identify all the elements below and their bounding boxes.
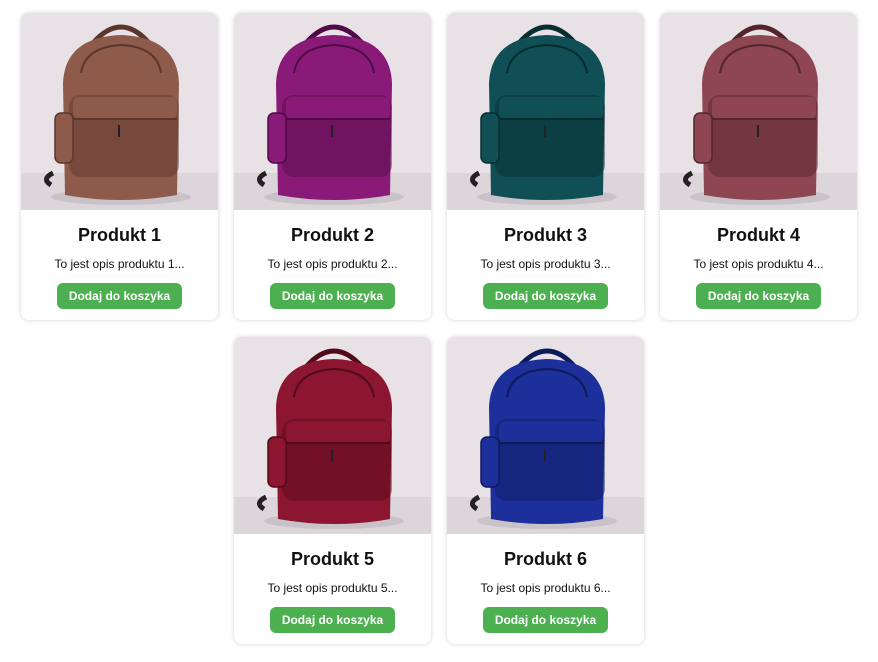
product-image[interactable]	[21, 13, 218, 210]
product-row: Produkt 5 To jest opis produktu 5... Dod…	[0, 337, 878, 644]
add-to-cart-button[interactable]: Dodaj do koszyka	[270, 607, 395, 633]
add-to-cart-button[interactable]: Dodaj do koszyka	[483, 283, 608, 309]
product-description: To jest opis produktu 4...	[693, 257, 824, 271]
product-name: Produkt 6	[503, 549, 587, 569]
product-card: Produkt 1 To jest opis produktu 1... Dod…	[21, 13, 218, 320]
product-grid: Produkt 1 To jest opis produktu 1... Dod…	[0, 0, 878, 662]
add-to-cart-button[interactable]: Dodaj do koszyka	[57, 283, 182, 309]
add-to-cart-button[interactable]: Dodaj do koszyka	[270, 283, 395, 309]
add-to-cart-button[interactable]: Dodaj do koszyka	[483, 607, 608, 633]
add-to-cart-button[interactable]: Dodaj do koszyka	[696, 283, 821, 309]
product-image[interactable]	[447, 13, 644, 210]
product-image[interactable]	[660, 13, 857, 210]
product-name: Produkt 5	[290, 549, 374, 569]
product-name: Produkt 4	[716, 225, 800, 245]
product-card: Produkt 5 To jest opis produktu 5... Dod…	[234, 337, 431, 644]
product-description: To jest opis produktu 5...	[267, 581, 398, 595]
product-description: To jest opis produktu 6...	[480, 581, 611, 595]
product-card: Produkt 2 To jest opis produktu 2... Dod…	[234, 13, 431, 320]
product-name: Produkt 3	[503, 225, 587, 245]
product-card: Produkt 3 To jest opis produktu 3... Dod…	[447, 13, 644, 320]
product-image[interactable]	[447, 337, 644, 534]
product-image[interactable]	[234, 337, 431, 534]
product-card: Produkt 6 To jest opis produktu 6... Dod…	[447, 337, 644, 644]
product-image[interactable]	[234, 13, 431, 210]
product-name: Produkt 2	[290, 225, 374, 245]
product-description: To jest opis produktu 1...	[54, 257, 185, 271]
product-description: To jest opis produktu 2...	[267, 257, 398, 271]
product-description: To jest opis produktu 3...	[480, 257, 611, 271]
product-name: Produkt 1	[77, 225, 161, 245]
product-card: Produkt 4 To jest opis produktu 4... Dod…	[660, 13, 857, 320]
product-row: Produkt 1 To jest opis produktu 1... Dod…	[0, 13, 878, 320]
